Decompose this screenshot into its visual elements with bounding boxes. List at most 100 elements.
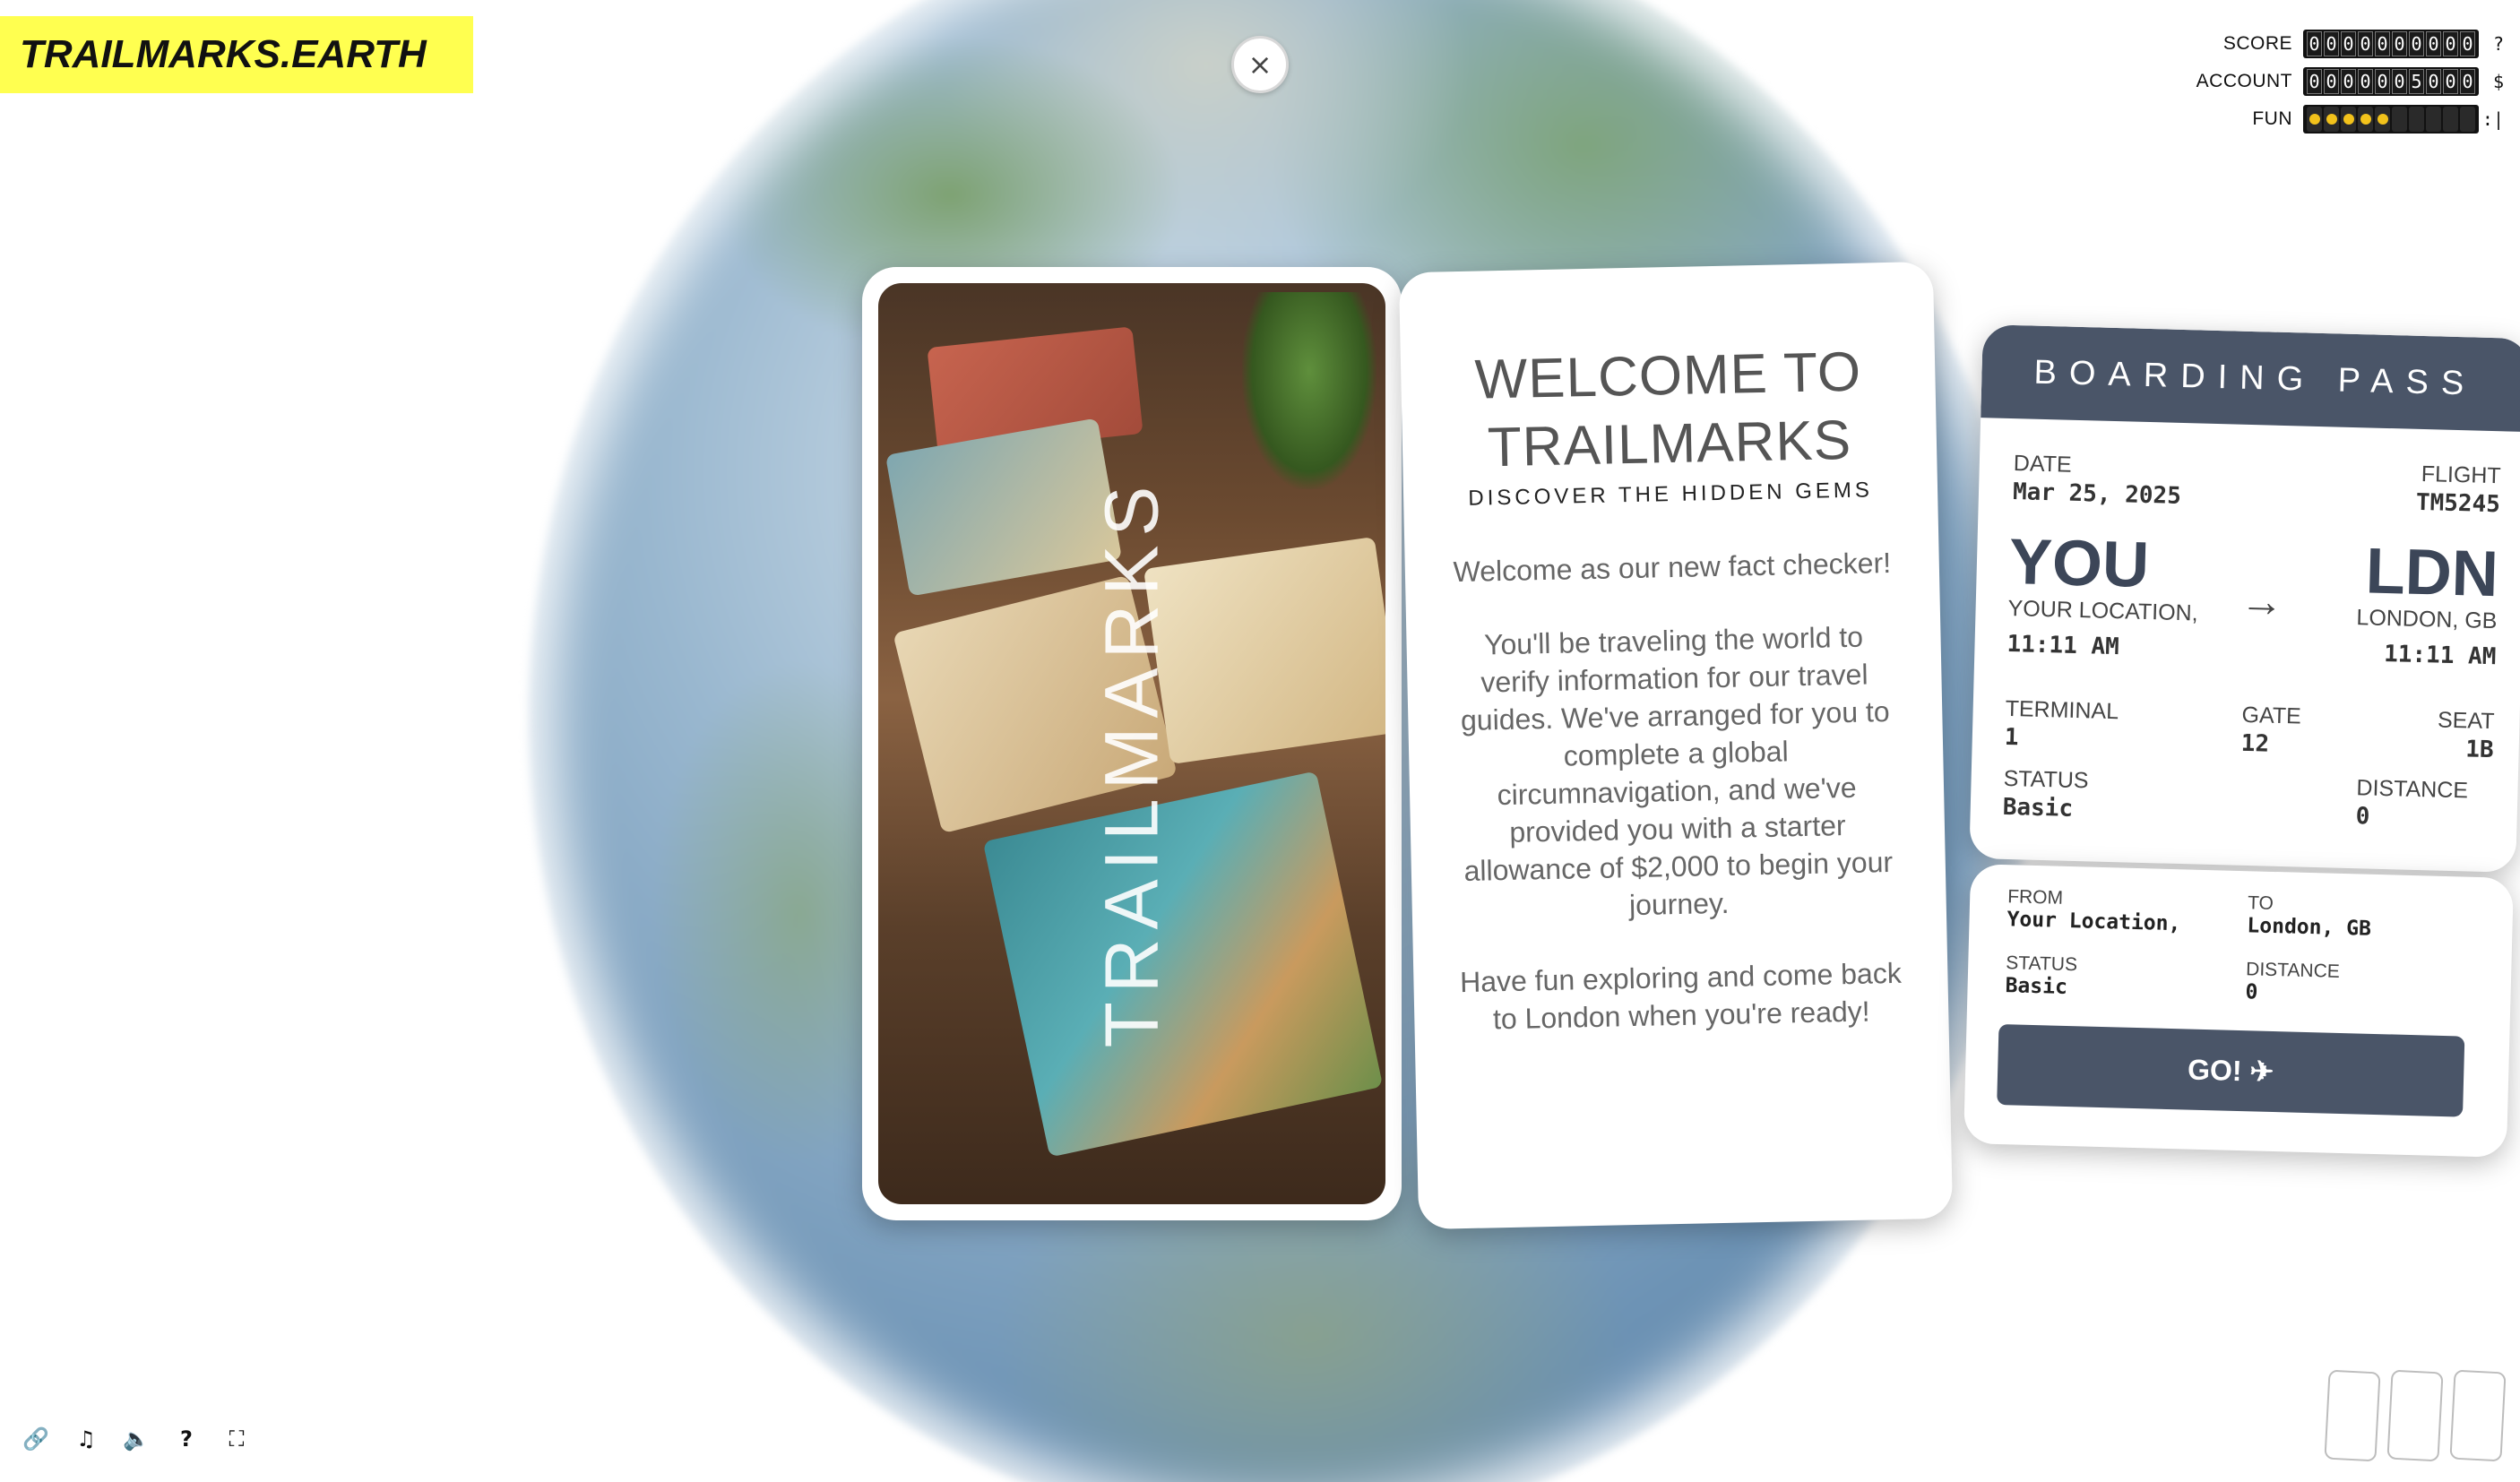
welcome-body: Welcome as our new fact checker! You'll …: [1449, 544, 1903, 1038]
bottom-controls: 🔗 ♫ 🔈 ? ⛶: [22, 1426, 249, 1452]
account-digit: 5: [2409, 69, 2424, 94]
ticket-distance-value: 0: [2245, 980, 2258, 1004]
ticket-stub: FROM Your Location, TO London, GB STATUS…: [1963, 864, 2514, 1158]
welcome-title: WELCOME TO TRAILMARKS: [1446, 338, 1893, 483]
seat-label: SEAT: [2437, 707, 2495, 735]
ticket-distance-field: DISTANCE 0: [2245, 959, 2340, 1006]
gate-value: 12: [2240, 729, 2270, 758]
welcome-title-line2: TRAILMARKS: [1487, 409, 1852, 479]
welcome-card: WELCOME TO TRAILMARKS DISCOVER THE HIDDE…: [1398, 261, 1954, 1230]
date-label: DATE: [2013, 451, 2073, 478]
account-row: ACCOUNT 0000005000 $: [2196, 63, 2504, 100]
terminal-value: 1: [2004, 723, 2019, 752]
fun-meter-cell: [2460, 107, 2475, 132]
ticket-status-label: STATUS: [2006, 952, 2078, 976]
fun-row: FUN :|: [2196, 100, 2504, 138]
account-digit: 0: [2392, 69, 2407, 94]
flight-field: FLIGHT TM5245: [2416, 461, 2501, 518]
account-digit: 0: [2341, 69, 2356, 94]
destination-name: LONDON, GB: [2356, 605, 2498, 634]
account-digit: 0: [2375, 69, 2390, 94]
card-slot[interactable]: [2386, 1369, 2444, 1462]
to-label: TO: [2247, 892, 2274, 914]
status-value: Basic: [2002, 793, 2074, 823]
account-digit: 0: [2307, 69, 2322, 94]
welcome-paragraph: Have fun exploring and come back to Lond…: [1459, 956, 1903, 1036]
score-help-icon[interactable]: ?: [2479, 33, 2504, 55]
fun-meter-cell: [2358, 107, 2373, 132]
date-value: Mar 25, 2025: [2012, 478, 2182, 510]
boarding-pass-title: BOARDING PASS: [2033, 353, 2477, 403]
fun-meter-cell: [2307, 107, 2322, 132]
terminal-field: TERMINAL 1: [2004, 696, 2119, 754]
destination-code: LDN: [2364, 535, 2499, 611]
fun-label: FUN: [2252, 108, 2292, 129]
close-icon: ×: [1247, 47, 1273, 82]
origin-code: YOU: [2007, 525, 2151, 602]
fun-meter-cell: [2324, 107, 2339, 132]
from-field: FROM Your Location,: [2007, 886, 2181, 935]
score-digit: 0: [2392, 31, 2407, 56]
status-label: STATUS: [2003, 765, 2089, 794]
fullscreen-icon[interactable]: ⛶: [224, 1426, 249, 1452]
card-slots: [2324, 1369, 2507, 1462]
arrow-right-icon: →: [2240, 577, 2284, 626]
status-field: STATUS Basic: [2002, 766, 2088, 823]
account-label: ACCOUNT: [2196, 71, 2292, 91]
flight-value: TM5245: [2415, 488, 2501, 519]
distance-label: DISTANCE: [2356, 775, 2469, 804]
boarding-pass-body: DATE Mar 25, 2025 FLIGHT TM5245 YOU YOUR…: [1969, 418, 2520, 873]
origin-field: YOU YOUR LOCATION, 11:11 AM: [2007, 525, 2200, 663]
score-label: SCORE: [2222, 33, 2292, 54]
stats-panel: SCORE 0000000000 ? ACCOUNT 0000005000 $ …: [2196, 25, 2504, 138]
ticket-status-field: STATUS Basic: [2005, 952, 2077, 999]
close-button[interactable]: ×: [1231, 36, 1289, 93]
travel-guide-photo: TRAILMARKS: [878, 283, 1385, 1204]
brand-name: TRAILMARKS.EARTH: [20, 32, 427, 76]
fun-face-icon: :|: [2481, 108, 2504, 130]
score-digit: 0: [2307, 31, 2322, 56]
fun-meter-cell: [2426, 107, 2441, 132]
boarding-pass: BOARDING PASS DATE Mar 25, 2025 FLIGHT T…: [1969, 324, 2520, 873]
gate-label: GATE: [2241, 702, 2302, 729]
boarding-pass-header: BOARDING PASS: [1981, 324, 2520, 433]
card-slot[interactable]: [2324, 1369, 2381, 1462]
score-digit: 0: [2341, 31, 2356, 56]
score-digit: 0: [2409, 31, 2424, 56]
music-icon[interactable]: ♫: [73, 1426, 99, 1452]
brand-logo: TRAILMARKS.EARTH: [0, 16, 473, 93]
go-button[interactable]: GO! ✈: [1997, 1024, 2465, 1117]
account-digit: 0: [2358, 69, 2373, 94]
ticket-distance-label: DISTANCE: [2245, 959, 2341, 982]
gate-field: GATE 12: [2240, 702, 2301, 759]
card-slot[interactable]: [2449, 1369, 2507, 1462]
welcome-paragraph: You'll be traveling the world to verify …: [1460, 620, 1894, 922]
photo-overlay-text: TRAILMARKS: [1089, 477, 1174, 1047]
score-digit: 0: [2443, 31, 2458, 56]
dollar-icon: $: [2492, 71, 2504, 92]
score-row: SCORE 0000000000 ?: [2196, 25, 2504, 63]
fun-meter-cell: [2443, 107, 2458, 132]
welcome-subtitle: DISCOVER THE HIDDEN GEMS: [1468, 478, 1874, 511]
account-digit: 0: [2443, 69, 2458, 94]
account-digit: 0: [2324, 69, 2339, 94]
destination-field: LDN LONDON, GB 11:11 AM: [2355, 535, 2499, 671]
link-icon[interactable]: 🔗: [22, 1426, 49, 1452]
fun-meter: [2303, 105, 2479, 134]
score-digit: 0: [2426, 31, 2441, 56]
distance-value: 0: [2355, 803, 2370, 831]
help-icon[interactable]: ?: [174, 1426, 199, 1452]
sound-icon[interactable]: 🔈: [123, 1426, 150, 1452]
date-field: DATE Mar 25, 2025: [2013, 451, 2182, 510]
score-digit: 0: [2358, 31, 2373, 56]
welcome-title-line1: WELCOME TO: [1473, 340, 1862, 411]
seat-value: 1B: [2464, 736, 2495, 764]
account-digit: 0: [2426, 69, 2441, 94]
from-value: Your Location,: [2007, 908, 2181, 936]
fun-meter-cell: [2341, 107, 2356, 132]
fun-meter-cell: [2409, 107, 2424, 132]
score-counter: 0000000000: [2303, 30, 2479, 58]
destination-time: 11:11 AM: [2383, 640, 2497, 671]
account-counter: 0000005000: [2303, 67, 2479, 96]
score-digit: 0: [2324, 31, 2339, 56]
